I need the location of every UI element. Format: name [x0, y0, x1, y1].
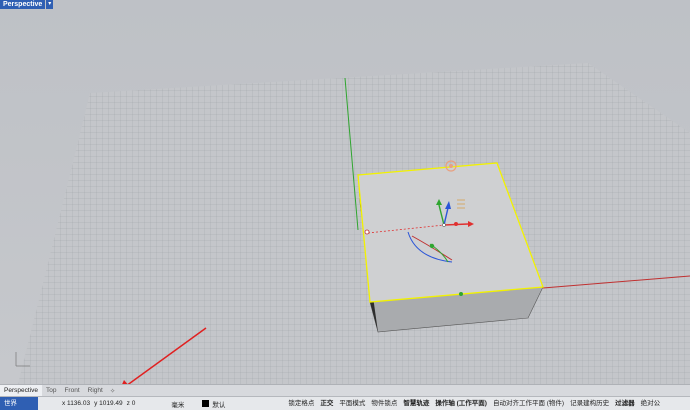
toggle-record-history[interactable]: 记录建构历史: [567, 398, 612, 409]
toggle-smarttrack[interactable]: 智慧轨迹: [400, 398, 432, 409]
toggle-filter[interactable]: 过滤器: [612, 398, 638, 409]
layer-name: 默认: [212, 401, 226, 409]
toggle-absolute-tolerance[interactable]: 绝对公: [638, 398, 664, 409]
unit-label[interactable]: 毫米: [171, 399, 184, 409]
chevron-down-icon[interactable]: ▾: [46, 0, 54, 9]
layer-selector[interactable]: 默认: [202, 399, 225, 409]
perspective-viewport[interactable]: Perspective ▾: [0, 0, 690, 384]
edge-midpoint-marker[interactable]: [459, 292, 463, 296]
toggle-ortho[interactable]: 正交: [317, 398, 336, 409]
cplane-selector[interactable]: 世界: [0, 397, 38, 410]
viewport-title[interactable]: Perspective: [0, 0, 46, 9]
toggle-osnap[interactable]: 物件锁点: [368, 398, 400, 409]
coord-z: z 0: [126, 400, 136, 407]
status-bar: 世界 x 1136.03 y 1019.49 z 0 毫米 默认 锁定格点 正交…: [0, 396, 690, 410]
coord-x: x 1136.03: [62, 400, 91, 407]
layer-color-swatch: [202, 400, 210, 407]
scene: [15, 63, 690, 384]
edge-midpoint-marker[interactable]: [364, 229, 370, 235]
toggle-autoalign-cplane[interactable]: 自动对齐工作平面 (物件): [490, 398, 567, 409]
add-viewport-tab-icon[interactable]: ✧: [107, 387, 118, 395]
toggle-planar[interactable]: 平面模式: [336, 398, 368, 409]
toggle-grid-snap[interactable]: 锁定格点: [285, 398, 317, 409]
coord-y: y 1019.49: [94, 400, 123, 407]
toggle-gumball[interactable]: 操作轴 (工作平面): [432, 398, 490, 409]
viewport-title-bar[interactable]: Perspective ▾: [0, 0, 54, 9]
